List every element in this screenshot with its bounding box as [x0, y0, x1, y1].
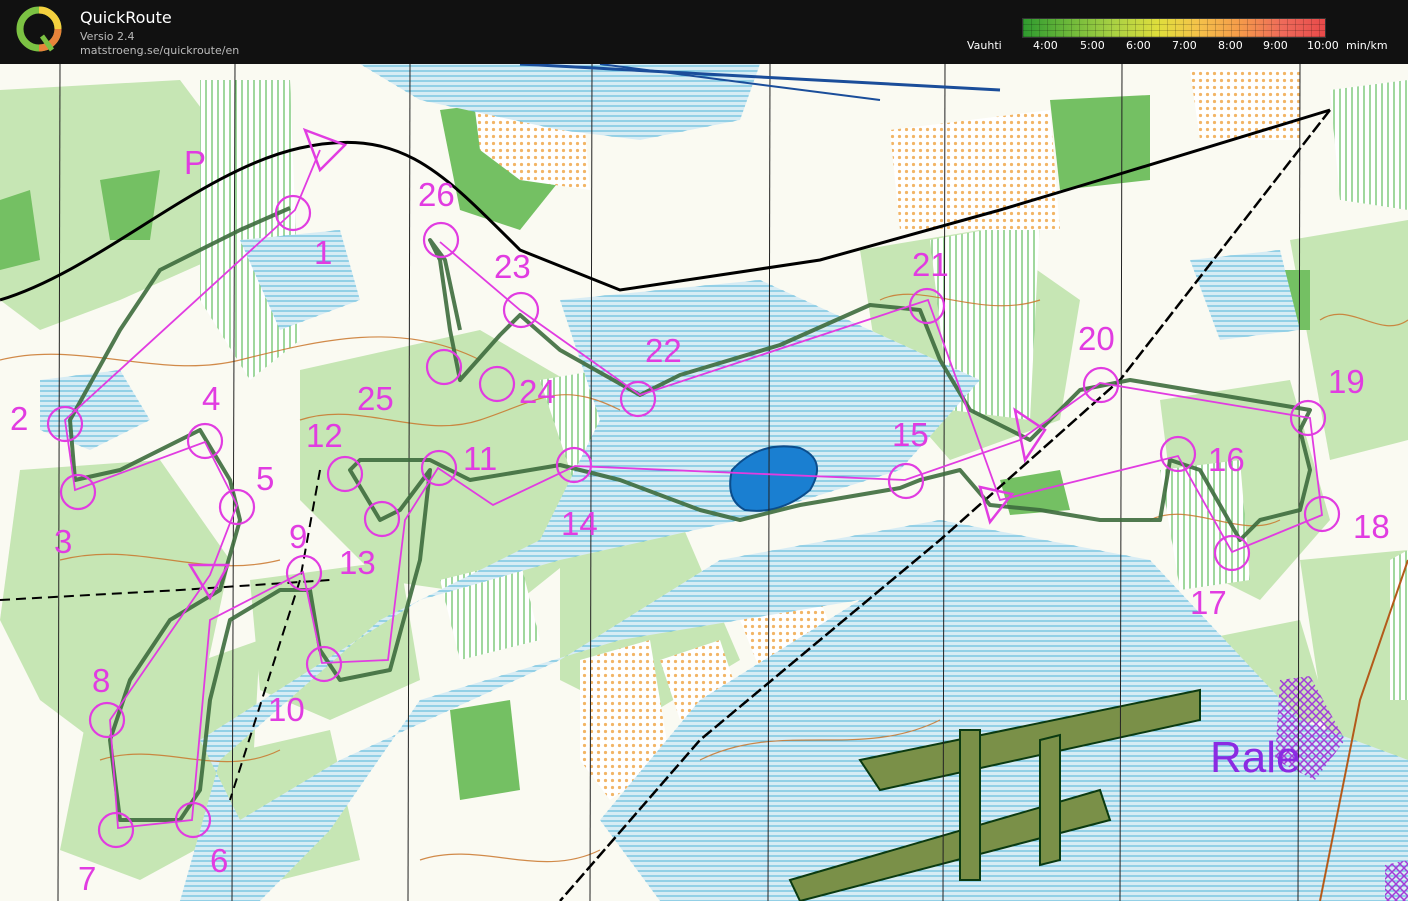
speed-legend-label: Vauhti — [967, 39, 1002, 52]
forbidden-area — [1385, 860, 1408, 901]
quickroute-logo — [16, 6, 62, 52]
control-number: 15 — [892, 416, 929, 453]
control-number: 23 — [494, 248, 531, 285]
app-title: QuickRoute — [80, 8, 172, 27]
speed-legend-bar — [1022, 18, 1326, 38]
control-number: 12 — [306, 417, 343, 454]
control-number: 24 — [519, 373, 556, 410]
control-number: 26 — [418, 176, 455, 213]
control-number: 25 — [357, 380, 394, 417]
control-number: 22 — [645, 332, 682, 369]
control-number: 13 — [339, 544, 376, 581]
app-version: Versio 2.4 — [80, 30, 135, 43]
control-number: 20 — [1078, 320, 1115, 357]
parking-label: P — [184, 144, 206, 181]
control-number: 4 — [202, 380, 220, 417]
legend-tick: 6:00 — [1126, 39, 1151, 52]
control-number: 16 — [1208, 441, 1245, 478]
control-number: 8 — [92, 662, 110, 699]
place-name-label: Rale — [1210, 733, 1301, 782]
control-number: 10 — [268, 691, 305, 728]
control-number: 6 — [210, 842, 228, 879]
app-header: QuickRoute Versio 2.4 matstroeng.se/quic… — [0, 0, 1408, 64]
control-number: 21 — [912, 246, 949, 283]
control-number: 2 — [10, 400, 28, 437]
control-number: 18 — [1353, 508, 1390, 545]
control-number: 7 — [78, 860, 96, 897]
control-number: 1 — [314, 234, 332, 271]
control-number: 14 — [561, 505, 598, 542]
app-url: matstroeng.se/quickroute/en — [80, 44, 240, 57]
orienteering-map[interactable]: 1 2 3 4 5 6 7 8 9 10 11 12 13 14 15 16 1… — [0, 64, 1408, 901]
control-number: 3 — [54, 523, 72, 560]
legend-tick: 4:00 — [1033, 39, 1058, 52]
control-number: 5 — [256, 460, 274, 497]
legend-tick: 9:00 — [1263, 39, 1288, 52]
legend-tick: 5:00 — [1080, 39, 1105, 52]
legend-tick: 8:00 — [1218, 39, 1243, 52]
legend-tick: 10:00 — [1307, 39, 1339, 52]
control-number: 19 — [1328, 363, 1365, 400]
legend-tick: 7:00 — [1172, 39, 1197, 52]
control-number: 17 — [1190, 584, 1227, 621]
control-number: 9 — [289, 518, 307, 555]
legend-unit: min/km — [1346, 39, 1388, 52]
control-number: 11 — [463, 440, 497, 477]
